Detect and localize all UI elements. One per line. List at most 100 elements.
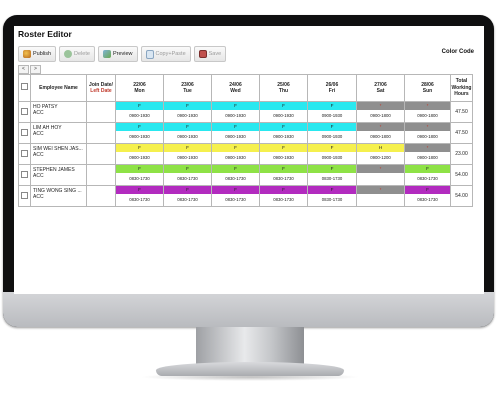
row-select-cell xyxy=(18,143,31,165)
shift-code: * xyxy=(357,123,404,131)
shift-cell[interactable]: F 0830-1730 xyxy=(163,164,212,186)
shift-code: F xyxy=(260,186,307,194)
shift-cell[interactable]: H 0900-1200 xyxy=(356,143,405,165)
shift-cell[interactable]: F 0830-1730 xyxy=(163,185,212,207)
monitor-stand-foot xyxy=(156,362,344,376)
shift-cell[interactable]: F 0830-1730 xyxy=(115,164,164,186)
shift-time: 0830-1730 xyxy=(177,176,198,181)
employee-name: HO PATSY xyxy=(33,104,58,110)
color-code-link[interactable]: Color Code xyxy=(442,49,474,55)
shift-cell[interactable]: F 0830-1730 xyxy=(115,185,164,207)
publish-button[interactable]: Publish xyxy=(18,46,57,62)
shift-code: F xyxy=(164,165,211,173)
table-row: TING WONG SING ... ACC F 0830-1730 F 0830-173… xyxy=(18,185,473,207)
save-button[interactable]: Save xyxy=(193,46,227,62)
total-hours: 47.50 xyxy=(450,101,473,123)
shift-code: F xyxy=(212,144,259,152)
shift-cell[interactable]: F 0900-1930 xyxy=(307,143,357,165)
shift-cell[interactable]: F 0900-1930 xyxy=(211,101,260,123)
shift-cell[interactable]: F 0830-1730 xyxy=(404,185,451,207)
publish-label: Publish xyxy=(33,51,52,57)
total-hours: 23.00 xyxy=(450,143,473,165)
shift-cell[interactable]: * xyxy=(356,164,405,186)
preview-icon xyxy=(102,50,111,58)
save-label: Save xyxy=(208,51,222,57)
shift-time: 0900-1930 xyxy=(273,113,294,118)
shift-cell[interactable]: F 0830-1730 xyxy=(211,164,260,186)
shift-cell[interactable]: F 0900-1930 xyxy=(163,101,212,123)
shift-time: 0900-1930 xyxy=(321,155,343,160)
row-checkbox[interactable] xyxy=(21,107,28,115)
shift-cell[interactable]: F 0900-1930 xyxy=(115,143,164,165)
shift-cell[interactable]: F 0900-1930 xyxy=(259,101,308,123)
day-header: 22/06 Mon xyxy=(115,74,164,102)
shift-cell[interactable]: * 0900-1800 xyxy=(404,143,451,165)
shift-cell[interactable]: F 0900-1930 xyxy=(211,143,260,165)
select-all-checkbox[interactable] xyxy=(21,83,28,91)
shift-cell[interactable]: * 0900-1800 xyxy=(404,122,451,144)
delete-label: Delete xyxy=(74,51,90,57)
shift-cell[interactable]: F 0830-1730 xyxy=(211,185,260,207)
shift-cell[interactable]: * 0900-1800 xyxy=(356,122,405,144)
shift-time: 0830-1730 xyxy=(417,197,438,202)
shift-cell[interactable]: F 0830-1730 xyxy=(259,185,308,207)
shift-code: F xyxy=(116,165,163,173)
day-header: 23/06 Tue xyxy=(163,74,212,102)
shift-cell[interactable]: F 0900-1930 xyxy=(115,101,164,123)
shift-cell[interactable]: F 0900-1930 xyxy=(259,143,308,165)
shift-cell[interactable]: F 0830-1730 xyxy=(259,164,308,186)
delete-button[interactable]: Delete xyxy=(59,46,95,62)
day-name: Sat xyxy=(376,88,385,94)
shift-cell[interactable]: * 0900-1800 xyxy=(356,101,405,123)
copy-paste-label: Copy+Paste xyxy=(155,51,186,57)
shift-code: F xyxy=(116,144,163,152)
shift-code: F xyxy=(212,102,259,110)
join-date-cell xyxy=(86,164,116,186)
shift-cell[interactable]: F 0900-1930 xyxy=(259,122,308,144)
shift-time: 0900-1800 xyxy=(417,155,438,160)
shift-cell[interactable]: F 0900-1930 xyxy=(163,122,212,144)
total-header: Total Working Hours xyxy=(450,74,473,102)
left-date-label: Left Date xyxy=(90,88,112,94)
row-checkbox[interactable] xyxy=(21,170,28,178)
shift-time: 0900-1930 xyxy=(177,134,198,139)
shift-cell[interactable]: * xyxy=(356,185,405,207)
employee-cell: LIM AH HOY ACC xyxy=(30,122,87,144)
roster-table: Employee Name Join Date/ Left Date 22/06… xyxy=(18,74,473,207)
total-hours: 54.00 xyxy=(450,185,473,207)
shift-cell[interactable]: F 0830-1730 xyxy=(307,164,357,186)
roster-body: HO PATSY ACC F 0900-1930 F 0900-1930 F 0900-193… xyxy=(18,101,473,207)
toolbar: Publish Delete Preview Copy+Paste Save xyxy=(18,46,227,62)
shift-code: F xyxy=(308,144,356,152)
employee-dept: ACC xyxy=(33,152,44,158)
shift-time: 0830-1730 xyxy=(321,176,343,181)
shift-cell[interactable]: F 0830-1730 xyxy=(404,164,451,186)
row-checkbox[interactable] xyxy=(21,128,28,136)
next-week-button[interactable]: > xyxy=(30,65,41,74)
employee-name: LIM AH HOY xyxy=(33,125,62,131)
shift-cell[interactable]: F 0900-1930 xyxy=(163,143,212,165)
employee-dept: ACC xyxy=(33,131,44,137)
shift-cell[interactable]: F 0830-1730 xyxy=(307,185,357,207)
prev-week-button[interactable]: < xyxy=(18,65,29,74)
day-name: Mon xyxy=(134,88,145,94)
shift-time: 0900-1930 xyxy=(177,155,198,160)
join-date-cell xyxy=(86,185,116,207)
shift-cell[interactable]: * 0900-1800 xyxy=(404,101,451,123)
shift-code: F xyxy=(116,102,163,110)
copy-paste-button[interactable]: Copy+Paste xyxy=(140,46,191,62)
shift-code: F xyxy=(212,186,259,194)
row-checkbox[interactable] xyxy=(21,191,28,199)
shift-code: F xyxy=(260,144,307,152)
shift-cell[interactable]: F 0900-1930 xyxy=(211,122,260,144)
table-row: HO PATSY ACC F 0900-1930 F 0900-1930 F 0900-193… xyxy=(18,101,473,123)
shift-cell[interactable]: F 0900-1930 xyxy=(115,122,164,144)
day-name: Wed xyxy=(230,88,241,94)
row-checkbox[interactable] xyxy=(21,149,28,157)
shift-cell[interactable]: F 0900-1930 xyxy=(307,101,357,123)
preview-button[interactable]: Preview xyxy=(97,46,138,62)
day-name: Tue xyxy=(183,88,192,94)
save-icon xyxy=(198,50,207,58)
day-header: 26/06 Fri xyxy=(307,74,357,102)
shift-cell[interactable]: F 0900-1930 xyxy=(307,122,357,144)
